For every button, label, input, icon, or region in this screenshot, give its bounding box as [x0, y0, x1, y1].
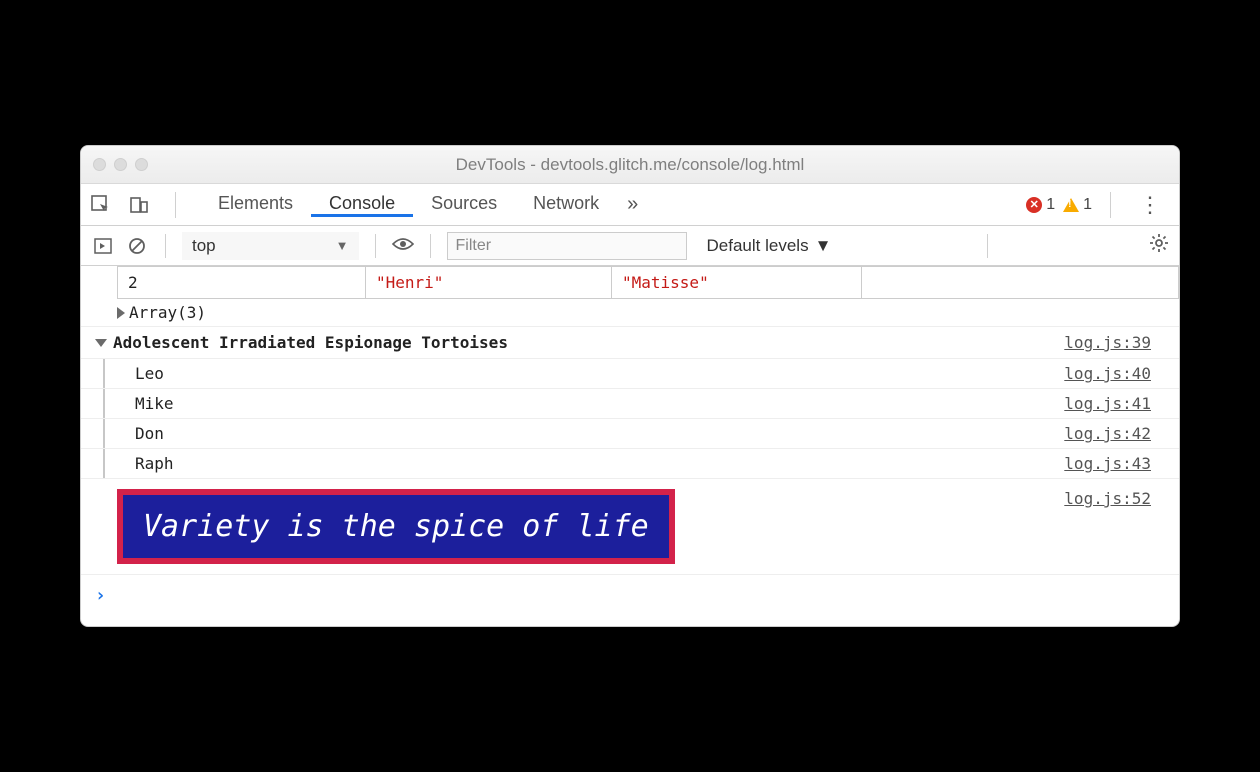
table-row[interactable]: 2 "Henri" "Matisse" [117, 266, 1179, 299]
console-group-item: Mike log.js:41 [81, 389, 1179, 419]
tabs-overflow-button[interactable]: » [617, 193, 648, 217]
table-cell-index: 2 [118, 267, 366, 298]
tab-sources[interactable]: Sources [413, 193, 515, 214]
devtools-window: DevTools - devtools.glitch.me/console/lo… [80, 145, 1180, 627]
source-link[interactable]: log.js:41 [1064, 394, 1169, 413]
live-expression-icon[interactable] [392, 235, 414, 256]
window-title: DevTools - devtools.glitch.me/console/lo… [81, 155, 1179, 175]
expand-triangle-icon[interactable] [117, 307, 125, 319]
devtools-tabbar: Elements Console Sources Network » ✕ 1 1… [81, 184, 1179, 226]
group-rail [103, 449, 105, 478]
styled-log-row: Variety is the spice of life log.js:52 [81, 479, 1179, 575]
error-count: 1 [1046, 196, 1055, 214]
log-text: Mike [135, 394, 174, 413]
inspect-element-icon[interactable] [89, 193, 113, 217]
error-icon: ✕ [1026, 197, 1042, 213]
tab-elements[interactable]: Elements [200, 193, 311, 214]
console-prompt[interactable]: › [81, 575, 1179, 626]
divider [175, 192, 176, 218]
more-options-button[interactable]: ⋮ [1129, 192, 1171, 218]
console-table-row: 2 "Henri" "Matisse" [81, 266, 1179, 299]
chevron-down-icon: ▼ [336, 238, 349, 253]
array-preview-text: Array(3) [129, 303, 206, 322]
log-levels-select[interactable]: Default levels ▼ [707, 236, 832, 256]
context-label: top [192, 236, 216, 256]
group-rail [103, 389, 105, 418]
source-link[interactable]: log.js:40 [1064, 364, 1169, 383]
divider [1110, 192, 1111, 218]
source-link[interactable]: log.js:42 [1064, 424, 1169, 443]
styled-log-message: Variety is the spice of life [117, 489, 675, 564]
console-sidebar-toggle-icon[interactable] [91, 234, 115, 258]
source-link[interactable]: log.js:43 [1064, 454, 1169, 473]
device-toolbar-icon[interactable] [127, 193, 151, 217]
divider [987, 234, 988, 258]
tab-network[interactable]: Network [515, 193, 617, 214]
console-group-header[interactable]: Adolescent Irradiated Espionage Tortoise… [81, 327, 1179, 359]
divider [430, 234, 431, 258]
console-output: 2 "Henri" "Matisse" Array(3) Adolescent … [81, 266, 1179, 626]
filter-input[interactable] [447, 232, 687, 260]
group-rail [103, 359, 105, 388]
table-cell-empty [862, 267, 1178, 298]
error-count-badge[interactable]: ✕ 1 [1026, 196, 1055, 214]
clear-console-icon[interactable] [125, 234, 149, 258]
console-settings-icon[interactable] [1149, 233, 1169, 258]
console-group-item: Don log.js:42 [81, 419, 1179, 449]
console-toolbar: top ▼ Default levels ▼ [81, 226, 1179, 266]
array-preview-row[interactable]: Array(3) [81, 299, 1179, 327]
tab-console[interactable]: Console [311, 193, 413, 217]
source-link[interactable]: log.js:52 [1064, 489, 1169, 508]
console-group-item: Raph log.js:43 [81, 449, 1179, 479]
chevron-down-icon: ▼ [815, 236, 832, 256]
window-titlebar: DevTools - devtools.glitch.me/console/lo… [81, 146, 1179, 184]
log-text: Raph [135, 454, 174, 473]
table-cell-col1: "Henri" [366, 267, 612, 298]
execution-context-select[interactable]: top ▼ [182, 232, 359, 260]
warning-count-badge[interactable]: 1 [1063, 196, 1092, 214]
group-rail [103, 419, 105, 448]
collapse-triangle-icon[interactable] [95, 339, 107, 347]
warning-icon [1063, 198, 1079, 212]
table-cell-col2: "Matisse" [612, 267, 862, 298]
log-text: Don [135, 424, 164, 443]
log-text: Leo [135, 364, 164, 383]
source-link[interactable]: log.js:39 [1064, 333, 1169, 352]
divider [165, 234, 166, 258]
warning-count: 1 [1083, 196, 1092, 214]
console-group-item: Leo log.js:40 [81, 359, 1179, 389]
levels-label: Default levels [707, 236, 809, 256]
divider [375, 234, 376, 258]
group-title: Adolescent Irradiated Espionage Tortoise… [113, 333, 508, 352]
